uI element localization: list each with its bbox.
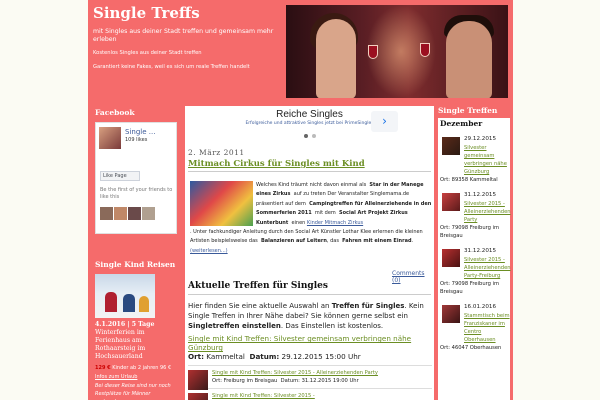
main-content: Reiche Singles Erfolgreiche und attrakti… [185,106,434,400]
reisen-date: 4.1.2016 | 5 Tage [95,321,155,328]
month-heading: Dezember [440,119,483,128]
page-container: Single Treffs mit Singles aus deiner Sta… [88,0,513,400]
reisen-info-link[interactable]: Infos zum Urlaub [95,374,179,380]
site-title[interactable]: Single Treffs [93,4,278,22]
list-item: Single mit Kind Treffen: Silvester 2015 … [188,369,432,390]
event-date: 16.01.2016 [464,304,497,310]
facebook-friend-faces [100,205,160,220]
section-title: Aktuelle Treffen für Singles [188,281,328,291]
list-item: 16.01.2016 Stammtisch beim Franziskaner … [438,303,510,352]
event-date: 31.12.2015 [464,192,497,198]
reisen-text: Winterferien im Ferienhaus am Rothaarste… [95,329,146,360]
event-thumbnail[interactable] [442,193,460,211]
header: Single Treffs mit Singles aus deiner Sta… [93,4,278,71]
reisen-price: 129 € Kinder ab 2 jahren 96 € [95,365,179,371]
event-location: Ort: 46047 Oberhausen [440,345,502,351]
list-item: Single mit Kind Treffen: Silvester 2015 … [188,392,432,400]
reisen-price-value: 129 € [95,365,111,371]
event-title[interactable]: Single mit Kind Treffen: Silvester 2015 … [212,369,432,377]
event-date: 31.12.2015 [464,248,497,254]
reisen-description: Bei dieser Reise sind nur noch Restplätz… [95,383,171,400]
events-list: Single mit Kind Treffen: Silvester gemei… [188,334,432,400]
event-thumbnail[interactable] [188,370,208,390]
site-tagline-2: Garantiert keine Fakes, weil es sich um … [93,64,250,70]
event-location: Ort: 79098 Freiburg im Breisgau [440,281,500,295]
single-treffen-widget: Dezember 29.12.2015 Silvester gemeinsam … [438,118,511,400]
post-text: Welches Kind träumt nicht davon einmal a… [256,182,432,226]
event-thumbnail[interactable] [442,137,460,155]
section-text: Hier finden Sie eine aktuelle Auswahl an… [188,302,424,330]
post-body: Welches Kind träumt nicht davon einmal a… [185,181,434,273]
post-text-continued: . Unter fachkundiger Anleitung durch den… [190,229,423,254]
post-title[interactable]: Mitmach Cirkus für Singles mit Kind [188,159,434,169]
event-title[interactable]: Single mit Kind Treffen: Silvester gemei… [188,334,432,352]
event-title[interactable]: Single mit Kind Treffen: Silvester 2015 … [212,392,432,400]
facebook-likes-count: 109 likes [125,137,148,143]
event-date: 29.12.2015 [464,136,497,142]
event-thumbnail[interactable] [442,249,460,267]
event-location: Ort: 89358 Kammeltal [440,177,498,183]
event-thumbnail[interactable] [188,393,208,400]
header-photo [286,5,508,98]
list-item: 31.12.2015 Silvester 2015 - Alleinerzieh… [438,191,511,240]
event-location: Ort: 79098 Freiburg im Breisgau [440,225,500,239]
facebook-widget-title: Facebook [95,108,135,117]
facebook-like-button[interactable]: Like Page [100,171,140,181]
reisen-photo[interactable] [95,274,155,318]
left-sidebar: Facebook Single ... 109 likes Like Page … [95,108,179,400]
facebook-page-avatar[interactable] [99,127,121,149]
facebook-widget: Single ... 109 likes Like Page Be the fi… [95,122,177,234]
post-date: 2. März 2011 [188,148,245,157]
read-more-link[interactable]: (weiterlesen...) [190,248,228,254]
event-location: Ort: Kammeltal Datum: 29.12.2015 15:00 U… [188,352,361,361]
right-sidebar: Single Treffen Dezember 29.12.2015 Silve… [438,106,512,400]
single-treffen-title: Single Treffen [438,106,498,115]
ad-arrow-button[interactable]: › [371,111,398,132]
post-image[interactable] [190,181,253,226]
facebook-page-name[interactable]: Single ... [125,128,155,136]
list-item: 29.12.2015 Silvester gemeinsam verbringe… [438,135,510,184]
reisen-price-note: Kinder ab 2 jahren 96 € [112,365,172,371]
event-thumbnail[interactable] [442,305,460,323]
site-description: mit Singles aus deiner Stadt treffen und… [93,28,274,43]
list-item: 31.12.2015 Silvester 2015 - Alleinerzieh… [438,247,511,296]
facebook-friends-text: Be the first of your friends to like thi… [100,187,173,200]
reisen-widget-title: Single Kind Reisen [95,260,176,269]
comments-link[interactable]: Comments (0) [392,270,434,284]
event-location: Ort: Freiburg im Breisgau Datum: 31.12.2… [212,378,359,384]
site-tagline-1: Kostenlos Singles aus deiner Stadt treff… [93,50,202,56]
post-inline-link[interactable]: Kinder Mitmach Zirkus [307,220,363,226]
